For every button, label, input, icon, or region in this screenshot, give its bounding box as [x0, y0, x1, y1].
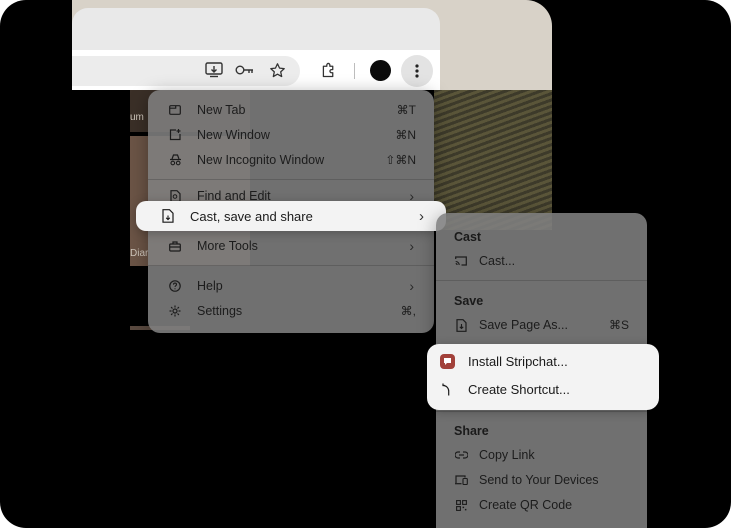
- menu-item-label: Create Shortcut...: [468, 381, 570, 397]
- tab-strip: [72, 8, 440, 50]
- menu-item-label: Help: [197, 279, 223, 293]
- menu-item-label: Settings: [197, 304, 243, 318]
- thumbnail-caption: Diar: [130, 248, 149, 259]
- menu-item-label: Send to Your Devices: [479, 473, 599, 487]
- menu-item-settings[interactable]: Settings ⌘,: [148, 299, 434, 323]
- app-logo-icon: [439, 353, 455, 369]
- menu-divider: [436, 411, 647, 412]
- menu-item-new-tab[interactable]: New Tab ⌘T: [148, 98, 434, 122]
- chevron-right-icon: ›: [409, 278, 414, 294]
- install-app-icon[interactable]: [204, 60, 224, 80]
- menu-item-cast-save-share[interactable]: Cast, save and share ›: [136, 201, 446, 231]
- menu-item-new-window[interactable]: New Window ⌘N: [148, 123, 434, 147]
- menu-item-help[interactable]: Help ›: [148, 274, 434, 298]
- profile-avatar[interactable]: [370, 60, 391, 81]
- menu-item-label: New Window: [197, 128, 270, 142]
- chevron-right-icon: ›: [409, 238, 414, 254]
- toolbox-icon: [168, 239, 182, 253]
- menu-item-label: More Tools: [197, 239, 258, 253]
- menu-item-label: Copy Link: [479, 448, 535, 462]
- menu-item-create-shortcut[interactable]: Create Shortcut...: [427, 376, 659, 402]
- menu-divider: [148, 179, 434, 180]
- menu-divider: [436, 280, 647, 281]
- menu-item-more-tools[interactable]: More Tools ›: [148, 234, 434, 258]
- more-menu-icon[interactable]: [401, 55, 433, 87]
- menu-item-label: Install Stripchat...: [468, 353, 568, 369]
- chevron-right-icon: ›: [419, 207, 424, 225]
- menu-divider: [148, 265, 434, 266]
- save-page-icon: [454, 318, 468, 332]
- thumbnail-caption: um: [130, 112, 144, 123]
- shortcut-label: ⌘N: [395, 128, 416, 142]
- save-share-icon: [160, 208, 176, 224]
- menu-item-label: New Tab: [197, 103, 246, 117]
- password-key-icon[interactable]: [235, 60, 255, 80]
- address-bar[interactable]: [72, 56, 300, 86]
- settings-gear-icon: [168, 304, 182, 318]
- toolbar: [72, 50, 440, 90]
- menu-item-copy-link[interactable]: Copy Link: [436, 443, 647, 467]
- bookmark-star-icon[interactable]: [267, 60, 287, 80]
- menu-item-label: Create QR Code: [479, 498, 573, 512]
- extensions-icon[interactable]: [318, 60, 338, 80]
- shortcut-label: ⌘T: [396, 103, 416, 117]
- menu-item-send-to-devices[interactable]: Send to Your Devices: [436, 468, 647, 492]
- section-heading-share: Share: [454, 424, 489, 438]
- menu-item-save-page-as[interactable]: Save Page As... ⌘S: [436, 313, 647, 337]
- screen-frame: um Diar New Tab ⌘T New Window ⌘N New Inc…: [0, 0, 731, 528]
- install-options-group: Install Stripchat... Create Shortcut...: [427, 344, 659, 410]
- menu-item-create-qr-code[interactable]: Create QR Code: [436, 493, 647, 517]
- help-icon: [168, 279, 182, 293]
- menu-item-label: New Incognito Window: [197, 153, 325, 167]
- menu-item-new-incognito-window[interactable]: New Incognito Window ⇧⌘N: [148, 148, 434, 172]
- shortcut-label: ⇧⌘N: [385, 153, 416, 167]
- menu-item-label: Cast...: [479, 254, 516, 268]
- menu-item-cast[interactable]: Cast...: [436, 249, 647, 273]
- menu-item-install-app[interactable]: Install Stripchat...: [427, 348, 659, 374]
- shortcut-label: ⌘S: [608, 318, 629, 332]
- shortcut-label: ⌘,: [400, 304, 416, 318]
- menu-item-label: Save Page As...: [479, 318, 568, 332]
- thumbnail-image[interactable]: [434, 90, 552, 230]
- incognito-icon: [168, 153, 182, 167]
- link-icon: [454, 448, 468, 462]
- new-window-icon: [168, 128, 182, 142]
- toolbar-separator: [354, 63, 355, 79]
- shortcut-arrow-icon: [439, 381, 455, 397]
- new-tab-icon: [168, 103, 182, 117]
- qr-code-icon: [454, 498, 468, 512]
- cast-icon: [454, 254, 468, 268]
- section-heading-save: Save: [454, 294, 484, 308]
- menu-item-label: Cast, save and share: [190, 208, 313, 224]
- devices-icon: [454, 473, 468, 487]
- section-heading-cast: Cast: [454, 230, 482, 244]
